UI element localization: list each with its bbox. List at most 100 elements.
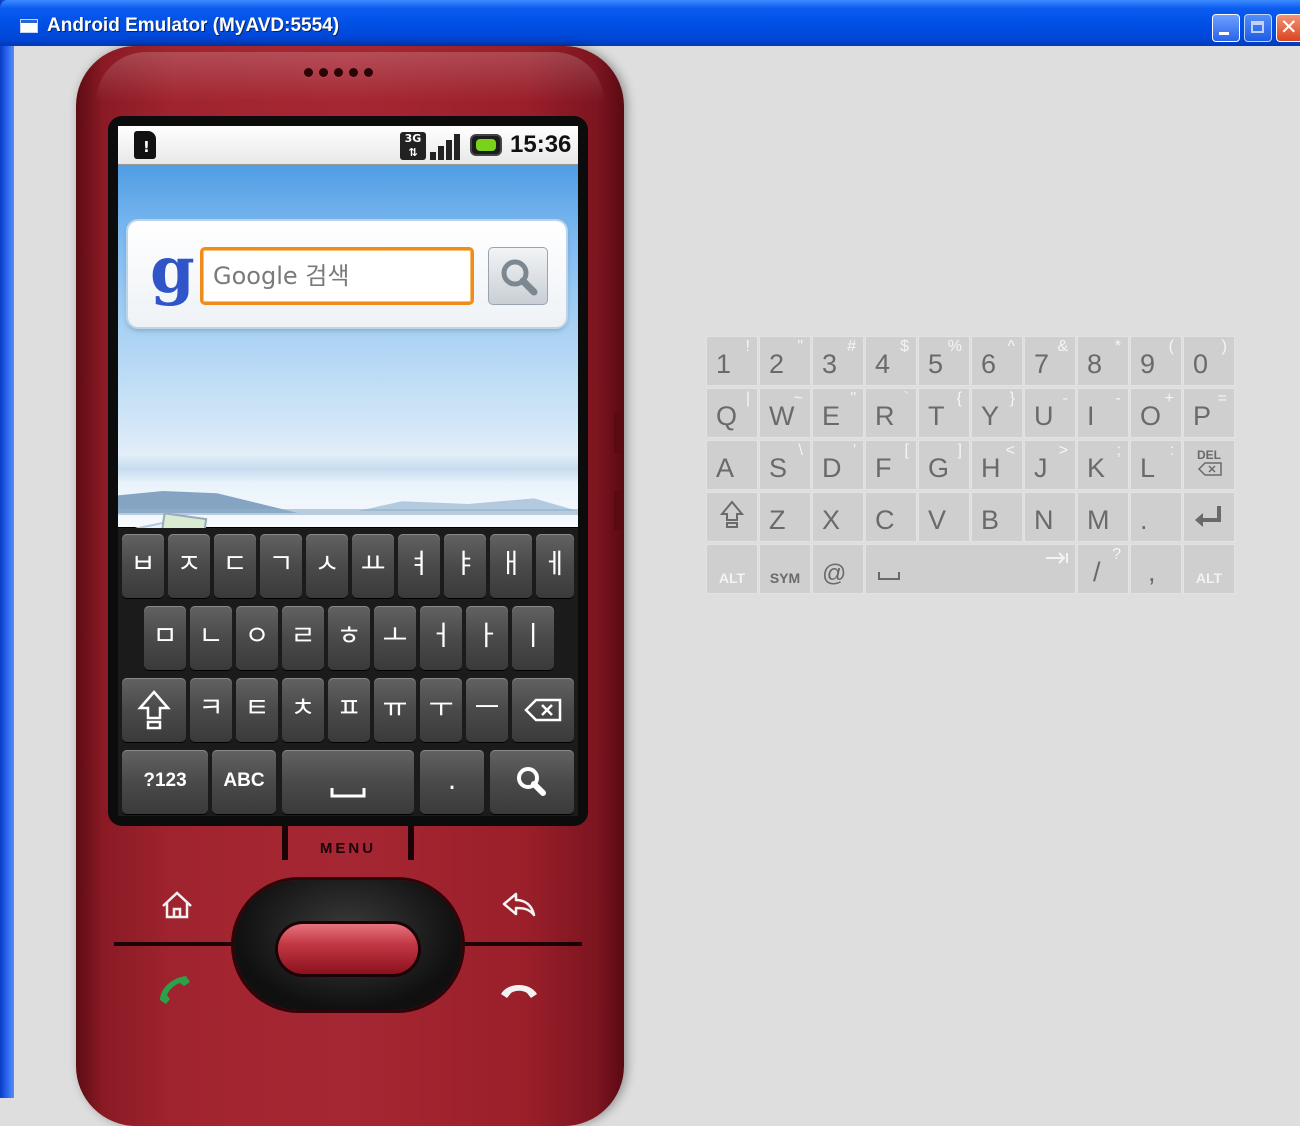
key-row1[interactable]: ㅐ — [490, 534, 532, 598]
period-key[interactable]: . — [420, 750, 484, 814]
key-row2[interactable]: ㄹ — [282, 606, 324, 670]
symbols-key[interactable]: ?123 — [122, 750, 208, 814]
hw-key[interactable]: M — [1077, 492, 1129, 542]
hw-key[interactable]: L: — [1130, 440, 1182, 490]
key-row3[interactable]: ㅊ — [282, 678, 324, 742]
hw-key[interactable]: 9( — [1130, 336, 1182, 386]
call-button[interactable] — [152, 966, 198, 1012]
hw-slash-key[interactable]: /? — [1077, 544, 1129, 594]
abc-key[interactable]: ABC — [212, 750, 276, 814]
window-titlebar[interactable]: Android Emulator (MyAVD:5554) — [0, 0, 1300, 46]
key-row1[interactable]: ㅛ — [352, 534, 394, 598]
google-search-button[interactable] — [488, 247, 548, 305]
key-row2[interactable]: ㅓ — [420, 606, 462, 670]
hw-key[interactable]: U- — [1024, 388, 1076, 438]
hw-key[interactable]: 3 # — [812, 336, 864, 386]
shift-key[interactable] — [122, 678, 186, 742]
backspace-icon — [524, 698, 562, 722]
hw-key[interactable]: G] — [918, 440, 970, 490]
key-row1[interactable]: ㄱ — [260, 534, 302, 598]
hw-key[interactable]: H < — [971, 440, 1023, 490]
hw-key[interactable]: 0) — [1183, 336, 1235, 386]
google-search-input[interactable] — [200, 247, 474, 305]
hw-key[interactable]: 2 " — [759, 336, 811, 386]
hw-key[interactable]: A — [706, 440, 758, 490]
hw-key[interactable]: Q | — [706, 388, 758, 438]
hw-space-key[interactable] — [865, 544, 1076, 594]
battery-charging-icon — [470, 134, 502, 156]
hw-key[interactable]: B — [971, 492, 1023, 542]
key-row3[interactable]: ㅡ — [466, 678, 508, 742]
hw-key[interactable]: E " — [812, 388, 864, 438]
minimize-button[interactable] — [1212, 14, 1240, 42]
key-row1[interactable]: ㅈ — [168, 534, 210, 598]
key-row2[interactable]: ㅎ — [328, 606, 370, 670]
del-label: DEL — [1197, 448, 1221, 462]
call-icon — [160, 976, 190, 1004]
end-call-button[interactable] — [496, 966, 542, 1012]
hw-alt-key-left[interactable]: ALT — [706, 544, 758, 594]
hw-at-key[interactable]: @ — [812, 544, 864, 594]
hw-key[interactable]: D ' — [812, 440, 864, 490]
key-row1[interactable]: ㄷ — [214, 534, 256, 598]
hw-key[interactable]: W ~ — [759, 388, 811, 438]
hw-key[interactable]: V — [918, 492, 970, 542]
close-button[interactable] — [1276, 14, 1300, 42]
hw-key[interactable]: P = — [1183, 388, 1235, 438]
back-button[interactable] — [496, 882, 542, 928]
volume-down-button[interactable] — [614, 490, 624, 530]
key-row3[interactable]: ㅌ — [236, 678, 278, 742]
key-row1[interactable]: ㅔ — [536, 534, 574, 598]
key-row2[interactable]: ㅏ — [466, 606, 508, 670]
shift-icon — [137, 690, 171, 730]
hw-enter-key[interactable] — [1183, 492, 1235, 542]
key-row3[interactable]: ㅋ — [190, 678, 232, 742]
hw-key[interactable]: 7 & — [1024, 336, 1076, 386]
key-row1[interactable]: ㅑ — [444, 534, 486, 598]
hw-key[interactable]: F[ — [865, 440, 917, 490]
hw-key[interactable]: 1! — [706, 336, 758, 386]
hw-key[interactable]: O + — [1130, 388, 1182, 438]
hw-comma-key[interactable]: , — [1130, 544, 1182, 594]
key-row2[interactable]: ㅣ — [512, 606, 554, 670]
hw-key[interactable]: R ` — [865, 388, 917, 438]
key-row3[interactable]: ㅍ — [328, 678, 370, 742]
hw-key[interactable]: 8 * — [1077, 336, 1129, 386]
hw-key[interactable]: I- — [1077, 388, 1129, 438]
search-key[interactable] — [490, 750, 574, 814]
shift-icon — [719, 500, 745, 528]
hw-key[interactable]: S \ — [759, 440, 811, 490]
hw-key[interactable]: Y} — [971, 388, 1023, 438]
hw-del-key[interactable]: DEL — [1183, 440, 1235, 490]
key-row3[interactable]: ㅜ — [420, 678, 462, 742]
volume-up-button[interactable] — [614, 412, 624, 454]
space-key[interactable] — [282, 750, 414, 814]
hw-key[interactable]: Z — [759, 492, 811, 542]
hw-key[interactable]: 4 $ — [865, 336, 917, 386]
key-row2[interactable]: ㄴ — [190, 606, 232, 670]
menu-button[interactable]: MENU — [282, 826, 414, 860]
backspace-key[interactable] — [512, 678, 574, 742]
hw-key[interactable]: J > — [1024, 440, 1076, 490]
hw-key[interactable]: N — [1024, 492, 1076, 542]
hw-key[interactable]: X — [812, 492, 864, 542]
hw-key[interactable]: . — [1130, 492, 1182, 542]
key-row2[interactable]: ㅗ — [374, 606, 416, 670]
hw-key[interactable]: 6 ^ — [971, 336, 1023, 386]
key-row3[interactable]: ㅠ — [374, 678, 416, 742]
hw-key[interactable]: K; — [1077, 440, 1129, 490]
key-row1[interactable]: ㅅ — [306, 534, 348, 598]
maximize-button[interactable] — [1244, 14, 1272, 42]
home-button[interactable] — [154, 882, 200, 928]
hw-alt-key-right[interactable]: ALT — [1183, 544, 1235, 594]
hw-key[interactable]: 5% — [918, 336, 970, 386]
key-row1[interactable]: ㅕ — [398, 534, 440, 598]
hw-sym-key[interactable]: SYM — [759, 544, 811, 594]
hw-key[interactable]: C — [865, 492, 917, 542]
hw-key[interactable]: T{ — [918, 388, 970, 438]
trackball[interactable] — [278, 924, 418, 974]
hw-shift-key[interactable] — [706, 492, 758, 542]
key-row2[interactable]: ㅁ — [144, 606, 186, 670]
key-row1[interactable]: ㅂ — [122, 534, 164, 598]
key-row2[interactable]: ㅇ — [236, 606, 278, 670]
